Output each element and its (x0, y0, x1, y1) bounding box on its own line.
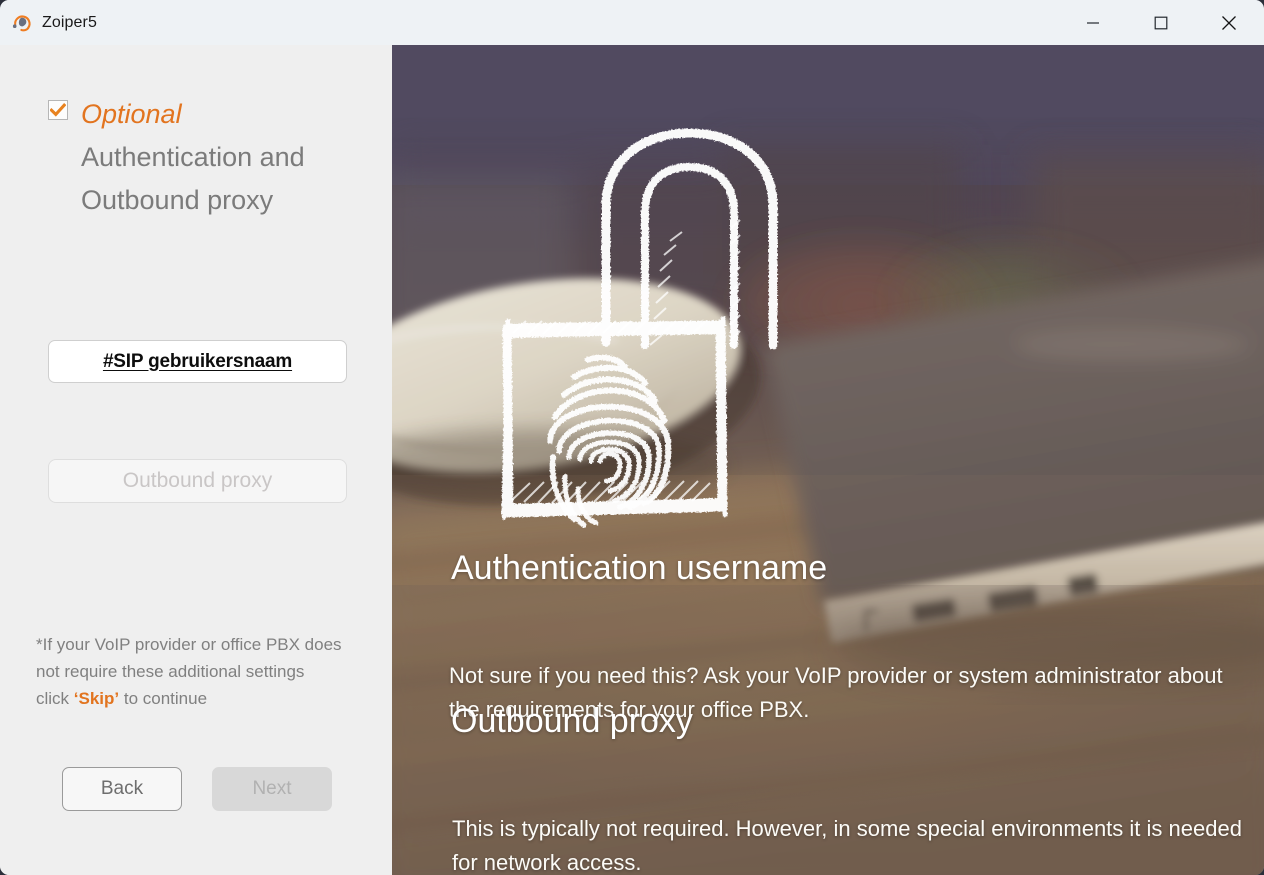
back-button[interactable]: Back (62, 767, 182, 811)
auth-username-heading: Authentication username (451, 549, 828, 587)
illustration-pane: Authentication username Not sure if you … (392, 45, 1264, 875)
title-bar: Zoiper5 (0, 0, 1264, 45)
illustration-copy: Authentication username Not sure if you … (392, 45, 1264, 875)
pane-heading-line-1: Authentication and (81, 142, 305, 172)
skip-highlight: ‘Skip’ (73, 689, 120, 708)
pane-heading-block: Optional Authentication and Outbound pro… (48, 92, 378, 222)
minimize-icon[interactable] (1070, 0, 1116, 45)
outbound-proxy-body: This is typically not required. However,… (452, 816, 1242, 875)
title-bar-left: Zoiper5 (0, 0, 1070, 45)
pane-heading-lines: Authentication and Outbound proxy (81, 136, 378, 222)
helper-note: *If your VoIP provider or office PBX doe… (36, 631, 376, 712)
helper-note-line-2: not require these additional settings (36, 662, 305, 681)
settings-pane: Optional Authentication and Outbound pro… (0, 45, 392, 875)
outbound-proxy-heading: Outbound proxy (451, 702, 693, 740)
close-icon[interactable] (1206, 0, 1252, 45)
wizard-button-row: Back Next (62, 767, 332, 811)
optional-title-column: Optional (81, 92, 378, 136)
helper-note-line-3: click ‘Skip’ to continue (36, 685, 376, 712)
outbound-proxy-input[interactable]: Outbound proxy (48, 459, 347, 503)
optional-row: Optional (48, 92, 378, 136)
pane-heading-line-2: Outbound proxy (81, 185, 274, 215)
optional-label: Optional (81, 99, 182, 129)
helper-note-line-1: *If your VoIP provider or office PBX doe… (36, 635, 342, 654)
zoiper-headset-icon (11, 13, 33, 35)
helper-note-prefix: click (36, 689, 74, 708)
helper-note-suffix: to continue (119, 689, 208, 708)
authentication-username-field-wrap: #SIP gebruikersnaam (48, 340, 347, 383)
zoiper-wizard-window: Zoiper5 Optional Authentication and Outb… (0, 0, 1264, 875)
window-title: Zoiper5 (42, 13, 97, 31)
next-button: Next (212, 767, 332, 811)
optional-checkbox[interactable] (48, 100, 68, 120)
authentication-username-input[interactable] (48, 340, 347, 383)
outbound-proxy-placeholder: Outbound proxy (122, 469, 273, 492)
maximize-icon[interactable] (1138, 0, 1184, 45)
